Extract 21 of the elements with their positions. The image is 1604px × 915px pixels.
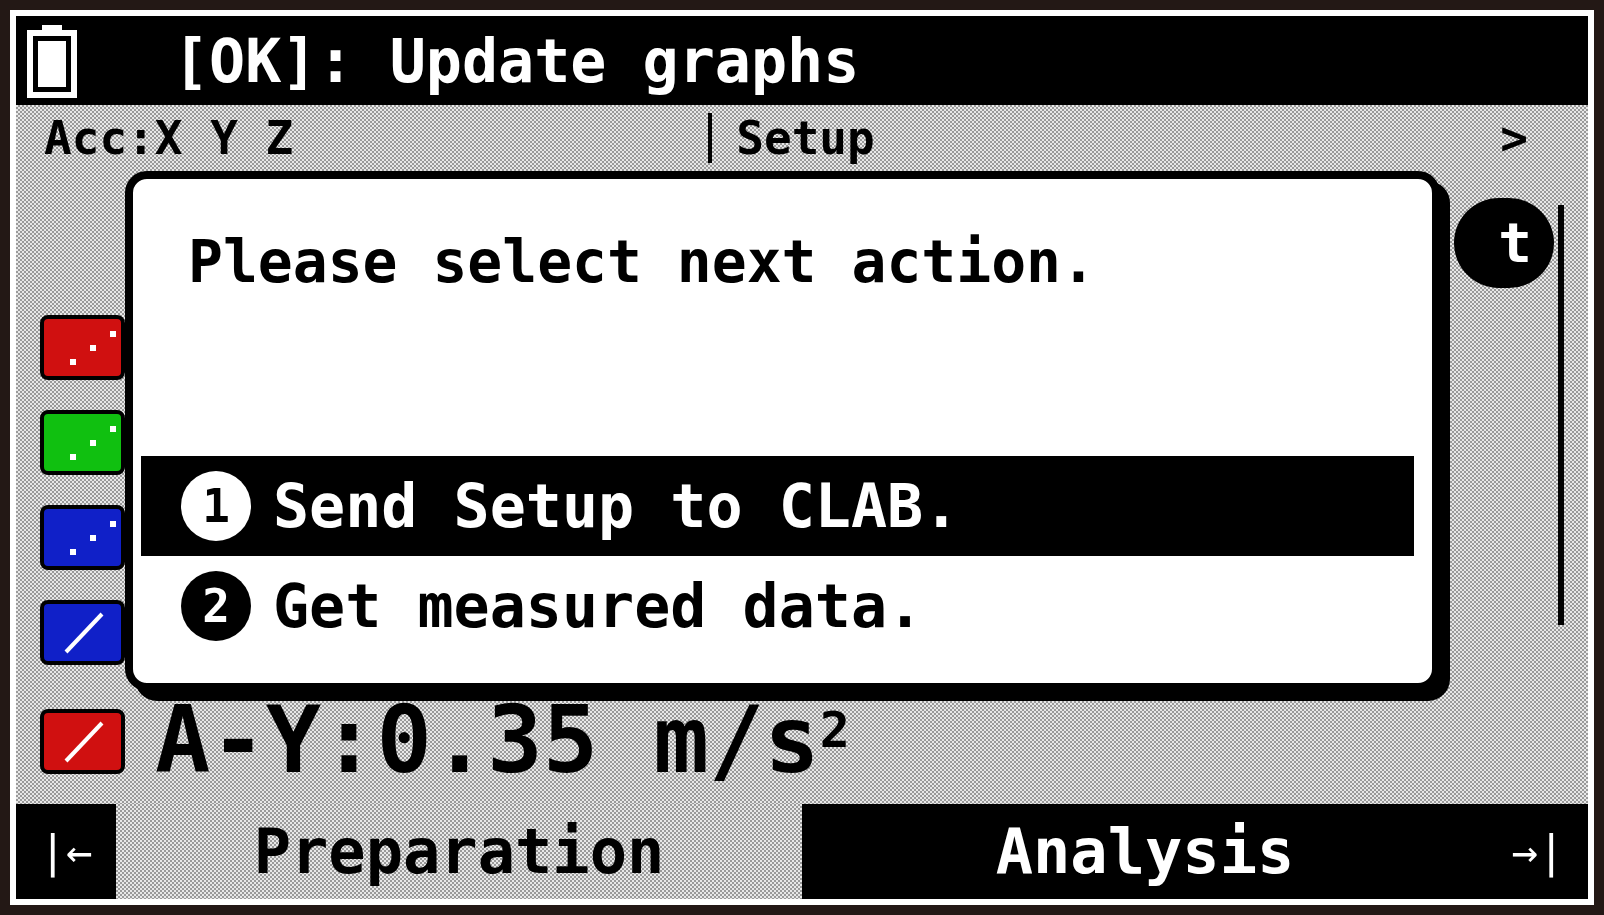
- number-badge: 2: [181, 571, 251, 641]
- menu-option[interactable]: 1 Send Setup to CLAB.: [141, 456, 1414, 556]
- reading-value: A-Y:0.35 m/s$^{2}$: [155, 695, 850, 787]
- side-button[interactable]: t: [1454, 198, 1554, 288]
- color-swatch[interactable]: [40, 708, 125, 774]
- dialog-message: Please select next action.: [187, 227, 1097, 298]
- sensor-label: Acc:X Y Z: [44, 115, 294, 161]
- title-text: [OK]: Update graphs: [173, 24, 860, 98]
- option-label: Get measured data.: [273, 570, 924, 643]
- last-page-button[interactable]: →|: [1488, 804, 1588, 899]
- color-swatch[interactable]: [40, 315, 125, 380]
- option-label: Send Setup to CLAB.: [273, 470, 960, 543]
- next-arrow[interactable]: >: [1500, 115, 1528, 161]
- first-page-button[interactable]: |←: [16, 804, 116, 899]
- battery-icon: [26, 22, 78, 99]
- color-swatch[interactable]: [40, 505, 125, 570]
- color-swatch[interactable]: [40, 600, 125, 665]
- tab[interactable]: Analysis: [802, 804, 1488, 899]
- number-badge: 1: [181, 471, 251, 541]
- tab[interactable]: Preparation: [116, 804, 802, 899]
- color-swatch[interactable]: [40, 410, 125, 475]
